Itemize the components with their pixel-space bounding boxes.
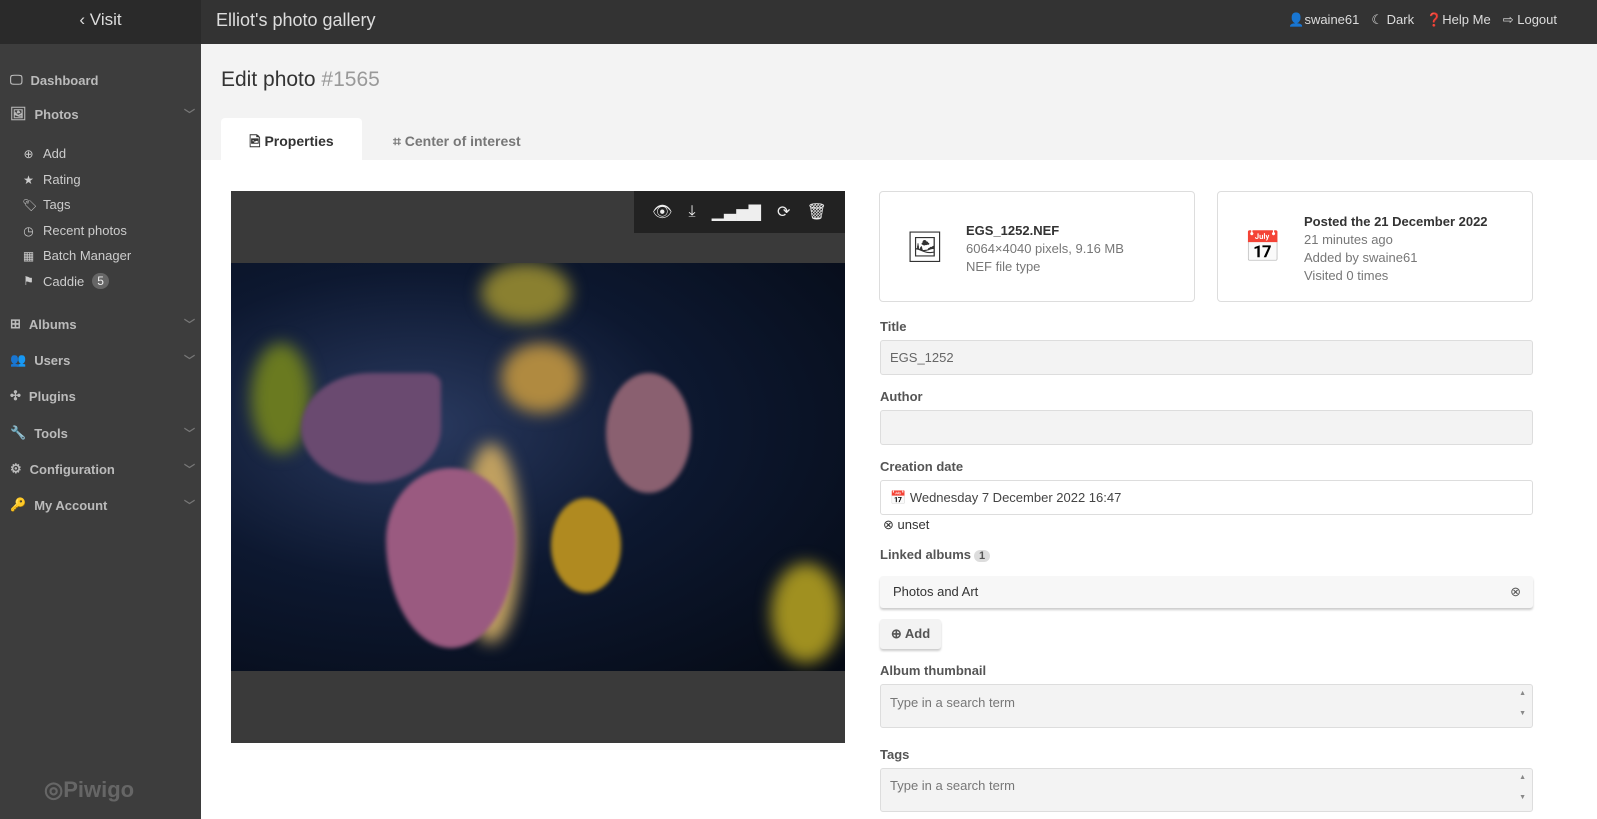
album-thumbnail-select[interactable]: Type in a search term ▲ ▼ — [880, 684, 1533, 728]
close-circle-icon: ⊗ — [883, 517, 894, 532]
remove-album-icon[interactable]: ⊗ — [1510, 576, 1521, 608]
gallery-title[interactable]: Elliot's photo gallery — [216, 0, 376, 40]
title-input[interactable]: EGS_1252 — [880, 340, 1533, 375]
users-icon: 👥 — [10, 352, 27, 367]
sidebar-item-albums[interactable]: ⊞ Albums ﹀ — [10, 316, 195, 332]
chevron-down-icon: ﹀ — [184, 109, 195, 121]
grid-icon: ▦ — [22, 248, 35, 263]
trash-icon[interactable]: 🗑 — [807, 202, 827, 222]
sidebar-sub-add[interactable]: ⊕ Add — [22, 146, 66, 161]
plus-circle-icon: ⊕ — [23, 146, 34, 161]
calendar-icon: 📅 — [890, 490, 910, 505]
star-icon: ★ — [23, 172, 34, 187]
sidebar-item-my-account[interactable]: 🔑 My Account ﹀ — [10, 497, 195, 513]
gear-icon: ⚙ — [10, 461, 22, 476]
creation-date-label: Creation date — [880, 459, 964, 474]
title-label: Title — [880, 319, 907, 334]
caddie-count-badge: 5 — [92, 273, 109, 289]
tags-select[interactable]: Type in a search term ▲ ▼ — [880, 768, 1533, 812]
albums-count-badge: 1 — [974, 550, 991, 562]
scroll-arrows[interactable]: ▲ ▼ — [1519, 689, 1526, 719]
tab-center-of-interest[interactable]: ⌗ Center of interest — [391, 118, 521, 160]
image-icon: 🖼 — [906, 231, 945, 264]
sidebar-item-plugins[interactable]: ✣ Plugins — [10, 388, 195, 404]
photo-id: #1565 — [321, 68, 380, 91]
chevron-down-icon: ﹀ — [184, 500, 195, 512]
wrench-icon: 🔧 — [10, 425, 27, 440]
chevron-down-icon: ﹀ — [184, 464, 195, 476]
image-icon: 🖼 — [10, 106, 27, 121]
page-title: Edit photo #1565 — [221, 68, 380, 91]
puzzle-icon: ✣ — [10, 388, 21, 403]
piwigo-logo: ◎Piwigo — [44, 777, 135, 802]
sidebar-sub-recent[interactable]: ◷ Recent photos — [22, 223, 127, 238]
album-thumbnail-label: Album thumbnail — [880, 663, 987, 678]
photo-toolbar: 👁 ⤓ ▁▃▅▇ ⟳ 🗑 — [634, 191, 845, 233]
linked-albums-label: Linked albums 1 — [880, 547, 991, 562]
sidebar-sub-rating[interactable]: ★ Rating — [22, 172, 80, 187]
top-bar: ‹ Visit Elliot's photo gallery 👤swaine61… — [0, 0, 1597, 44]
logout-icon: ⇨ — [1502, 12, 1518, 27]
sidebar-item-users[interactable]: 👥 Users ﹀ — [10, 352, 195, 368]
author-input[interactable] — [880, 410, 1533, 445]
sidebar-item-configuration[interactable]: ⚙ Configuration ﹀ — [10, 461, 195, 477]
calendar-icon: 📅 — [1244, 231, 1282, 264]
chevron-left-icon: ‹ — [79, 10, 90, 29]
sidebar-item-tools[interactable]: 🔧 Tools ﹀ — [10, 425, 195, 441]
sidebar-sub-caddie[interactable]: ⚑ Caddie 5 — [22, 273, 109, 289]
download-icon[interactable]: ⤓ — [689, 203, 696, 221]
tab-properties[interactable]: 🖻 Properties — [221, 118, 362, 160]
tags-icon: 🏷 — [22, 197, 38, 212]
signal-icon[interactable]: ▁▃▅▇ — [712, 202, 761, 222]
sidebar-item-photos[interactable]: 🖼 Photos ﹀ — [10, 106, 195, 122]
flag-icon: ⚑ — [23, 274, 34, 288]
linked-album-item: Photos and Art ⊗ — [880, 576, 1533, 608]
eye-icon[interactable]: 👁 — [652, 202, 672, 222]
plus-circle-icon: ⊕ — [890, 626, 902, 641]
unset-date-button[interactable]: ⊗ unset — [883, 517, 929, 533]
add-album-button[interactable]: ⊕ Add — [880, 619, 941, 649]
sidebar: 🖵 Dashboard 🖼 Photos ﹀ ⊕ Add ★ Rating 🏷 Tags ◷… — [0, 44, 201, 819]
scroll-arrows[interactable]: ▲ ▼ — [1519, 773, 1526, 803]
clock-icon: ◷ — [23, 223, 34, 238]
author-label: Author — [880, 389, 923, 404]
tags-label: Tags — [880, 747, 910, 762]
image-file-icon: 🖻 — [249, 133, 265, 149]
sitemap-icon: ⊞ — [10, 316, 21, 331]
photo-frame: 👁 ⤓ ▁▃▅▇ ⟳ 🗑 — [231, 191, 845, 743]
file-info-card: 🖼 EGS_1252.NEF 6064×4040 pixels, 9.16 MB N… — [879, 191, 1195, 302]
chevron-down-icon: ﹀ — [184, 428, 195, 440]
moon-icon: ☾ — [1371, 12, 1387, 27]
chevron-down-icon: ﹀ — [184, 355, 195, 367]
key-icon: 🔑 — [10, 497, 27, 512]
monitor-icon: 🖵 — [10, 72, 23, 87]
sidebar-item-dashboard[interactable]: 🖵 Dashboard — [10, 72, 195, 88]
creation-date-input[interactable]: 📅 Wednesday 7 December 2022 16:47 — [880, 480, 1533, 515]
chevron-down-icon: ﹀ — [184, 319, 195, 331]
visit-link[interactable]: ‹ Visit — [0, 0, 201, 44]
refresh-icon[interactable]: ⟳ — [777, 202, 790, 222]
user-icon: 👤 — [1288, 12, 1305, 27]
help-link[interactable]: ❓Help Me — [1426, 0, 1491, 40]
logout-link[interactable]: ⇨ Logout — [1503, 0, 1557, 40]
photo-preview — [231, 263, 845, 671]
date-info-card: 📅 Posted the 21 December 2022 21 minutes … — [1217, 191, 1533, 302]
question-icon: ❓ — [1426, 12, 1443, 27]
dark-mode-toggle[interactable]: ☾ Dark — [1371, 0, 1414, 40]
sidebar-sub-tags[interactable]: 🏷 Tags — [22, 197, 70, 212]
user-link[interactable]: 👤swaine61 — [1288, 0, 1359, 40]
page-header: Edit photo #1565 🖻 Properties ⌗ Center o… — [201, 44, 1597, 160]
crop-icon: ⌗ — [393, 133, 405, 149]
sidebar-sub-batch[interactable]: ▦ Batch Manager — [22, 248, 131, 263]
